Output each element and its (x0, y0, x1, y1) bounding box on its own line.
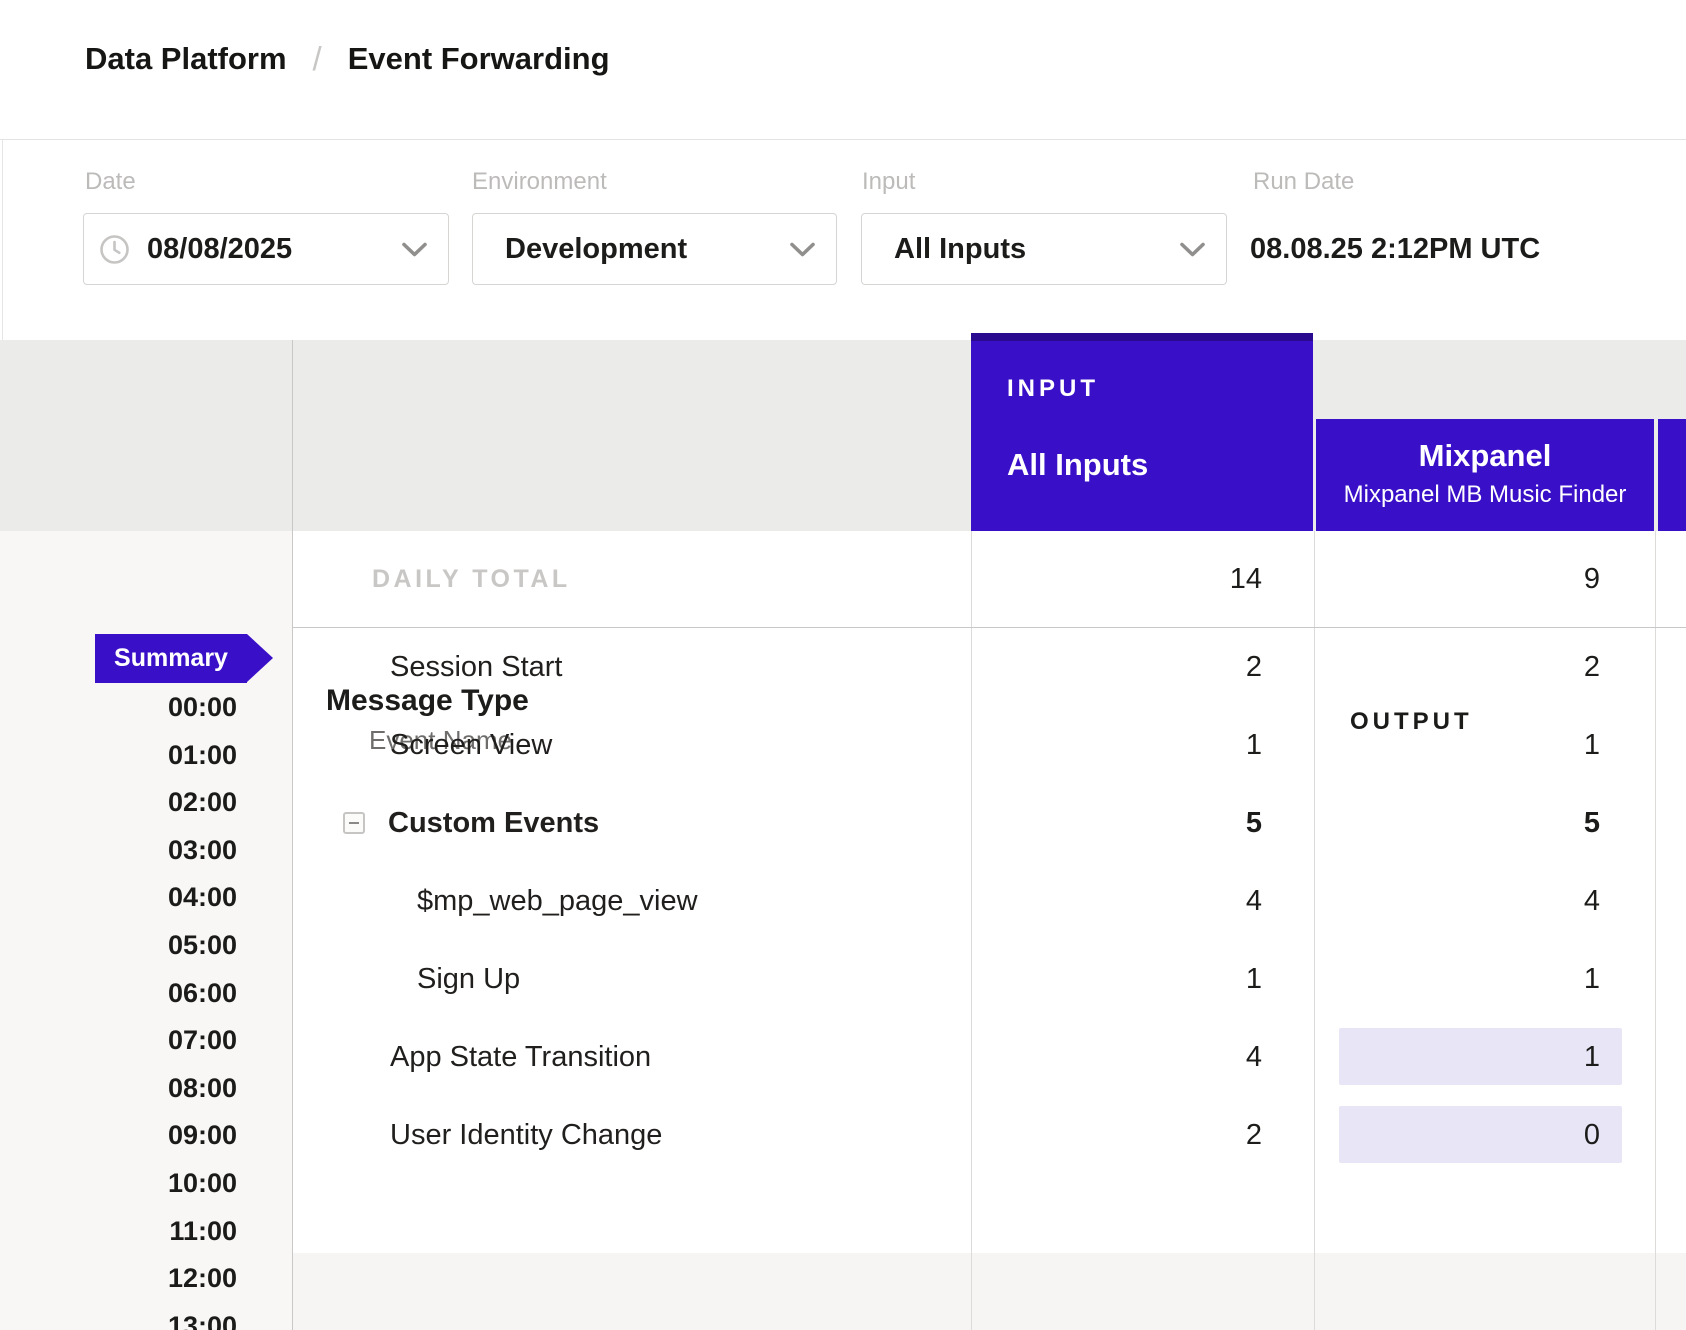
output-count: 0 (1584, 1119, 1600, 1152)
input-dropdown[interactable]: All Inputs (861, 213, 1227, 285)
hour-item-11[interactable]: 11:00 (0, 1208, 237, 1256)
output-count: 4 (1584, 885, 1600, 918)
table-row-screen-view: Screen View 1 1 (292, 706, 1686, 784)
hour-item-06[interactable]: 06:00 (0, 970, 237, 1018)
clock-icon (99, 234, 130, 265)
hour-item-08[interactable]: 08:00 (0, 1065, 237, 1113)
hour-item-07[interactable]: 07:00 (0, 1017, 237, 1065)
input-count: 4 (971, 885, 1314, 918)
event-name-label: Screen View (390, 729, 552, 762)
event-rows: Session Start 2 2 Screen View 1 1 Custom… (292, 628, 1686, 1174)
table-row-session-start: Session Start 2 2 (292, 628, 1686, 706)
output-destination-name: Mixpanel (1316, 438, 1654, 474)
input-value: All Inputs (894, 233, 1026, 266)
run-date-label: Run Date (1253, 168, 1354, 196)
daily-total-label: DAILY TOTAL (292, 565, 971, 594)
environment-filter-label: Environment (472, 168, 607, 196)
event-name-label: App State Transition (390, 1041, 651, 1074)
output-count: 2 (1584, 651, 1600, 684)
chevron-down-icon (789, 241, 816, 258)
event-name-label: Session Start (390, 651, 562, 684)
table-row-custom-events: Custom Events 5 5 (292, 784, 1686, 862)
input-section-label: INPUT (1007, 375, 1313, 403)
hour-item-13[interactable]: 13:00 (0, 1303, 237, 1330)
input-count: 2 (971, 651, 1314, 684)
input-filter-label: Input (862, 168, 915, 196)
event-name-label: Sign Up (417, 963, 520, 996)
hour-item-03[interactable]: 03:00 (0, 827, 237, 875)
event-name-label: User Identity Change (390, 1119, 662, 1152)
input-column-name: All Inputs (1007, 447, 1313, 483)
page-header: Data Platform / Event Forwarding (0, 0, 1686, 140)
summary-tab[interactable]: Summary (95, 634, 247, 683)
hour-item-04[interactable]: 04:00 (0, 874, 237, 922)
output-column-header-mixpanel[interactable]: Mixpanel Mixpanel MB Music Finder (1316, 419, 1654, 531)
breadcrumb-data-platform[interactable]: Data Platform (85, 41, 287, 77)
breadcrumb-separator: / (313, 40, 322, 78)
hour-item-10[interactable]: 10:00 (0, 1160, 237, 1208)
daily-total-output-value: 9 (1314, 563, 1655, 596)
chevron-down-icon (401, 241, 428, 258)
hour-item-05[interactable]: 05:00 (0, 922, 237, 970)
input-count: 1 (971, 729, 1314, 762)
date-dropdown[interactable]: 08/08/2025 (83, 213, 449, 285)
input-column-header[interactable]: INPUT All Inputs (971, 333, 1313, 531)
table-row-app-state-transition: App State Transition 4 1 (292, 1018, 1686, 1096)
hour-item-00[interactable]: 00:00 (0, 684, 237, 732)
output-count: 1 (1584, 963, 1600, 996)
hour-item-01[interactable]: 01:00 (0, 732, 237, 780)
run-date-value: 08.08.25 2:12PM UTC (1250, 233, 1540, 266)
table-row-mp-web-page-view: $mp_web_page_view 4 4 (292, 862, 1686, 940)
output-count: 1 (1584, 1041, 1600, 1074)
hour-item-02[interactable]: 02:00 (0, 779, 237, 827)
table-body-empty-area (293, 1253, 1686, 1330)
input-count: 1 (971, 963, 1314, 996)
hour-item-09[interactable]: 09:00 (0, 1112, 237, 1160)
highlighted-cell-background (1339, 1106, 1622, 1163)
output-count: 5 (1584, 807, 1600, 840)
output-destination-subname: Mixpanel MB Music Finder (1316, 481, 1654, 509)
input-count: 4 (971, 1041, 1314, 1074)
environment-dropdown[interactable]: Development (472, 213, 837, 285)
breadcrumb-event-forwarding: Event Forwarding (348, 41, 610, 77)
input-count: 5 (971, 807, 1314, 840)
highlighted-cell-background (1339, 1028, 1622, 1085)
collapse-icon[interactable] (343, 812, 365, 834)
daily-total-row: DAILY TOTAL 14 9 (292, 531, 1686, 628)
daily-total-input-value: 14 (971, 563, 1314, 596)
event-name-label: $mp_web_page_view (417, 885, 698, 918)
hour-item-12[interactable]: 12:00 (0, 1255, 237, 1303)
next-output-column-partial (1658, 419, 1686, 531)
chevron-down-icon (1179, 241, 1206, 258)
date-filter-label: Date (85, 168, 136, 196)
event-forwarding-page: Data Platform / Event Forwarding Date En… (0, 0, 1686, 1330)
hour-list: 00:00 01:00 02:00 03:00 04:00 05:00 06:0… (0, 684, 237, 1330)
input-count: 2 (971, 1119, 1314, 1152)
environment-value: Development (505, 233, 687, 266)
table-row-sign-up: Sign Up 1 1 (292, 940, 1686, 1018)
date-value: 08/08/2025 (147, 233, 292, 266)
breadcrumb: Data Platform / Event Forwarding (85, 40, 610, 78)
output-count: 1 (1584, 729, 1600, 762)
table-row-user-identity-change: User Identity Change 2 0 (292, 1096, 1686, 1174)
event-name-label: Custom Events (388, 807, 599, 840)
